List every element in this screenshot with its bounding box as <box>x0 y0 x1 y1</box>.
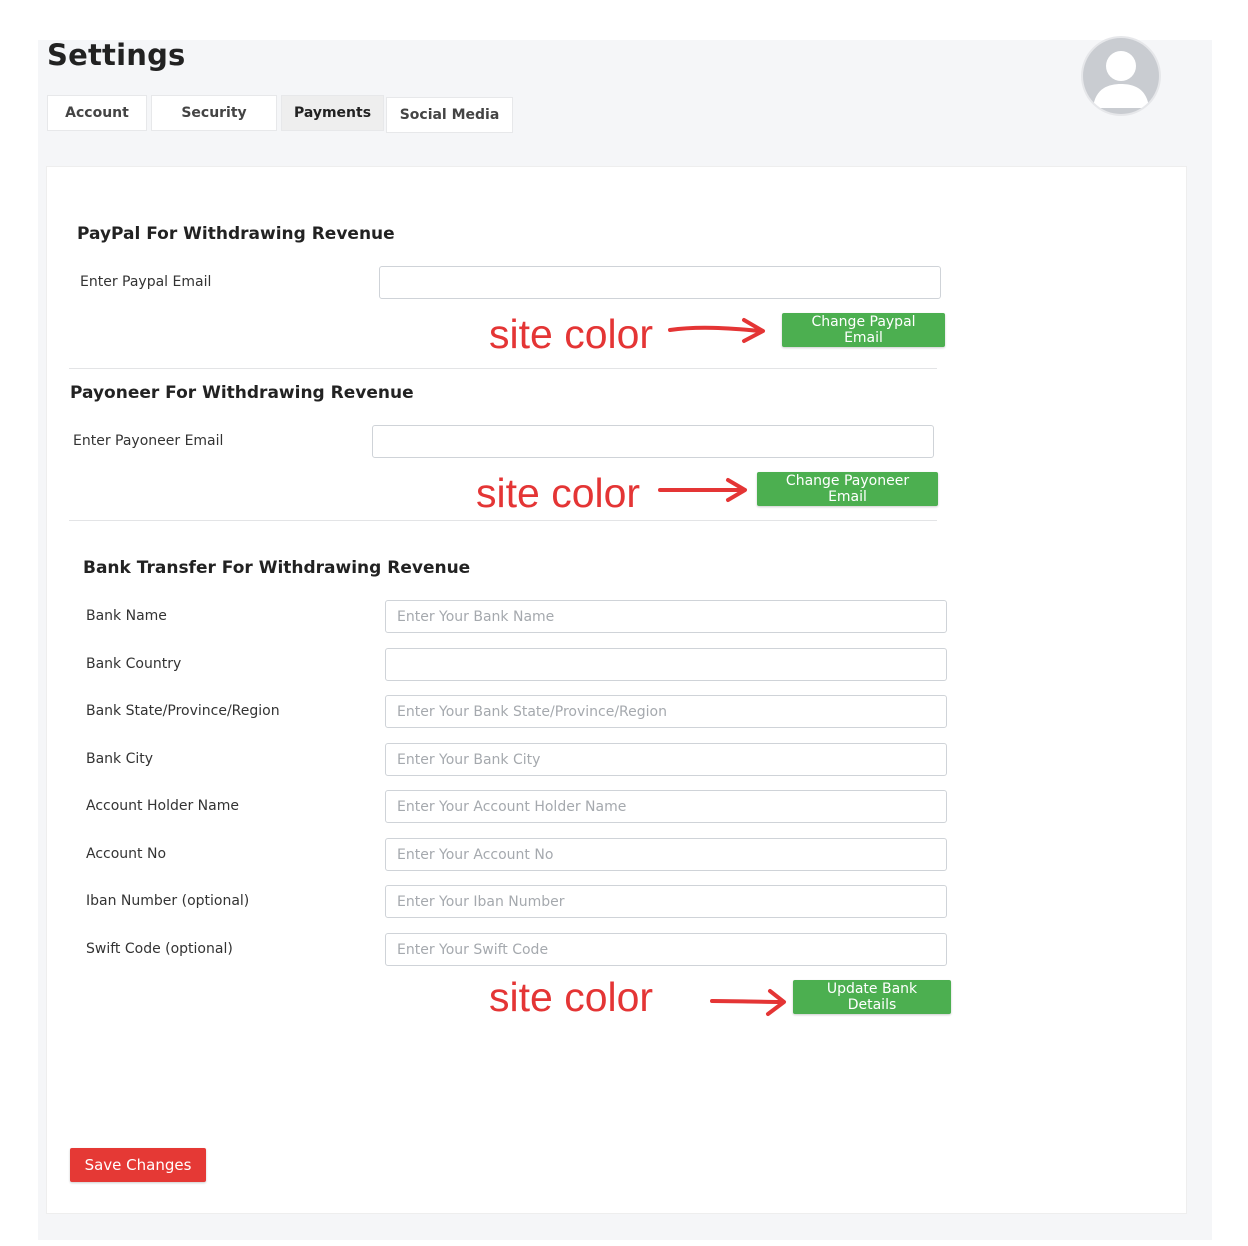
change-payoneer-email-button[interactable]: Change Payoneer Email <box>757 472 938 506</box>
annotation-site-color: site color <box>476 470 641 516</box>
iban-number-input[interactable] <box>385 885 947 918</box>
account-no-input[interactable] <box>385 838 947 871</box>
tab-security[interactable]: Security <box>151 95 277 131</box>
arrow-right-icon <box>658 478 747 502</box>
user-avatar-icon[interactable] <box>1083 38 1159 114</box>
save-changes-button[interactable]: Save Changes <box>70 1148 206 1182</box>
paypal-section-title: PayPal For Withdrawing Revenue <box>77 224 395 244</box>
account-holder-name-label: Account Holder Name <box>86 798 239 814</box>
bank-region-label: Bank State/Province/Region <box>86 703 280 719</box>
annotation-site-color: site color <box>489 311 654 357</box>
bank-country-input[interactable] <box>385 648 947 681</box>
section-divider <box>69 368 937 369</box>
annotation-site-color: site color <box>489 974 654 1020</box>
paypal-email-label: Enter Paypal Email <box>80 274 212 290</box>
page-title: Settings <box>47 38 186 72</box>
bank-region-input[interactable] <box>385 695 947 728</box>
payoneer-email-input[interactable] <box>372 425 934 458</box>
account-no-label: Account No <box>86 846 167 862</box>
bank-city-label: Bank City <box>86 751 154 767</box>
swift-code-input[interactable] <box>385 933 947 966</box>
bank-name-input[interactable] <box>385 600 947 633</box>
section-divider <box>69 520 937 521</box>
iban-number-label: Iban Number (optional) <box>86 893 250 909</box>
paypal-email-input[interactable] <box>379 266 941 299</box>
account-holder-name-input[interactable] <box>385 790 947 823</box>
tab-social-media[interactable]: Social Media <box>386 97 513 133</box>
payoneer-section-title: Payoneer For Withdrawing Revenue <box>70 383 414 403</box>
bank-country-label: Bank Country <box>86 656 182 672</box>
arrow-right-icon <box>710 989 786 1016</box>
bank-name-label: Bank Name <box>86 608 167 624</box>
swift-code-label: Swift Code (optional) <box>86 941 233 957</box>
bank-city-input[interactable] <box>385 743 947 776</box>
change-paypal-email-button[interactable]: Change Paypal Email <box>782 313 945 347</box>
payoneer-email-label: Enter Payoneer Email <box>73 433 224 449</box>
tab-account[interactable]: Account <box>47 95 147 131</box>
bank-section-title: Bank Transfer For Withdrawing Revenue <box>83 558 471 578</box>
update-bank-details-button[interactable]: Update Bank Details <box>793 980 951 1014</box>
arrow-right-icon <box>668 318 765 343</box>
tab-payments[interactable]: Payments <box>281 95 384 131</box>
